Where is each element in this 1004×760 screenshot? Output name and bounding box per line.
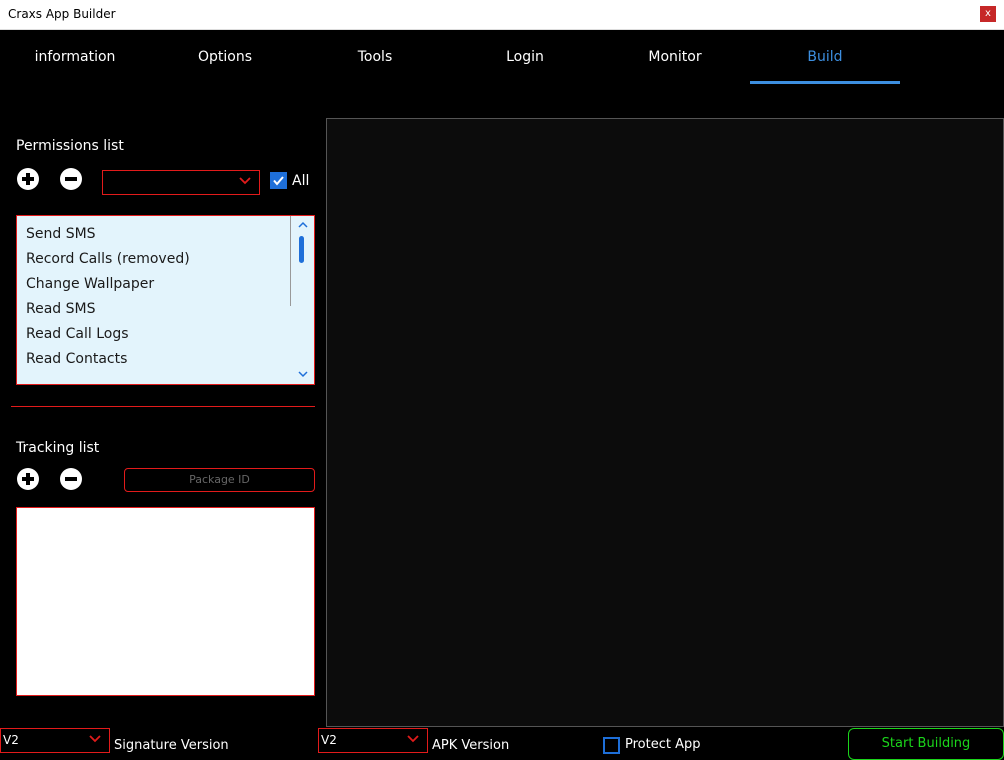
scroll-thumb[interactable] [299, 236, 304, 263]
signature-version-select[interactable]: V2 [0, 728, 110, 753]
scroll-track [290, 216, 291, 306]
apk-version-value: V2 [321, 733, 337, 747]
package-id-input[interactable]: Package ID [124, 468, 315, 492]
minus-circle-icon [60, 168, 82, 190]
tab-information[interactable]: information [0, 30, 150, 85]
window-title: Craxs App Builder [8, 7, 116, 21]
all-checkbox[interactable] [270, 172, 287, 189]
permissions-title: Permissions list [16, 138, 124, 154]
list-item[interactable]: Read Contacts [17, 347, 314, 372]
chevron-down-icon[interactable] [298, 370, 308, 378]
chevron-up-icon[interactable] [298, 221, 308, 229]
tab-options[interactable]: Options [150, 30, 300, 85]
close-button[interactable]: x [980, 6, 996, 22]
add-tracking-button[interactable] [17, 468, 39, 490]
permissions-scrollbar[interactable] [290, 216, 314, 384]
build-output-panel [326, 118, 1004, 727]
plus-circle-icon [17, 468, 39, 490]
remove-tracking-button[interactable] [60, 468, 82, 490]
plus-circle-icon [17, 168, 39, 190]
chevron-down-icon [239, 177, 251, 185]
tracking-listbox[interactable] [16, 507, 315, 696]
list-item[interactable]: Record Calls (removed) [17, 247, 314, 272]
minus-circle-icon [60, 468, 82, 490]
apk-version-select[interactable]: V2 [318, 728, 428, 753]
all-label: All [292, 173, 310, 189]
start-building-button[interactable]: Start Building [848, 728, 1004, 760]
tab-tools[interactable]: Tools [300, 30, 450, 85]
remove-permission-button[interactable] [60, 168, 82, 190]
title-bar: Craxs App Builder x [0, 0, 1004, 30]
protect-app-label: Protect App [625, 737, 701, 752]
apk-version-label: APK Version [432, 738, 510, 753]
chevron-down-icon [407, 735, 419, 743]
list-item[interactable]: Send SMS [17, 222, 314, 247]
signature-version-value: V2 [3, 733, 19, 747]
active-tab-indicator [750, 81, 900, 84]
tab-monitor[interactable]: Monitor [600, 30, 750, 85]
permissions-listbox[interactable]: Send SMS Record Calls (removed) Change W… [16, 215, 315, 385]
tab-login[interactable]: Login [450, 30, 600, 85]
list-item[interactable]: Read SMS [17, 297, 314, 322]
section-divider [11, 406, 315, 407]
signature-version-label: Signature Version [114, 738, 229, 753]
protect-app-checkbox[interactable] [603, 737, 620, 754]
checkmark-icon [273, 176, 284, 186]
tracking-title: Tracking list [16, 440, 100, 456]
add-permission-button[interactable] [17, 168, 39, 190]
chevron-down-icon [89, 735, 101, 743]
list-item[interactable]: Change Wallpaper [17, 272, 314, 297]
permission-dropdown[interactable] [102, 170, 260, 195]
list-item[interactable]: Read Call Logs [17, 322, 314, 347]
tab-build[interactable]: Build [750, 30, 900, 85]
